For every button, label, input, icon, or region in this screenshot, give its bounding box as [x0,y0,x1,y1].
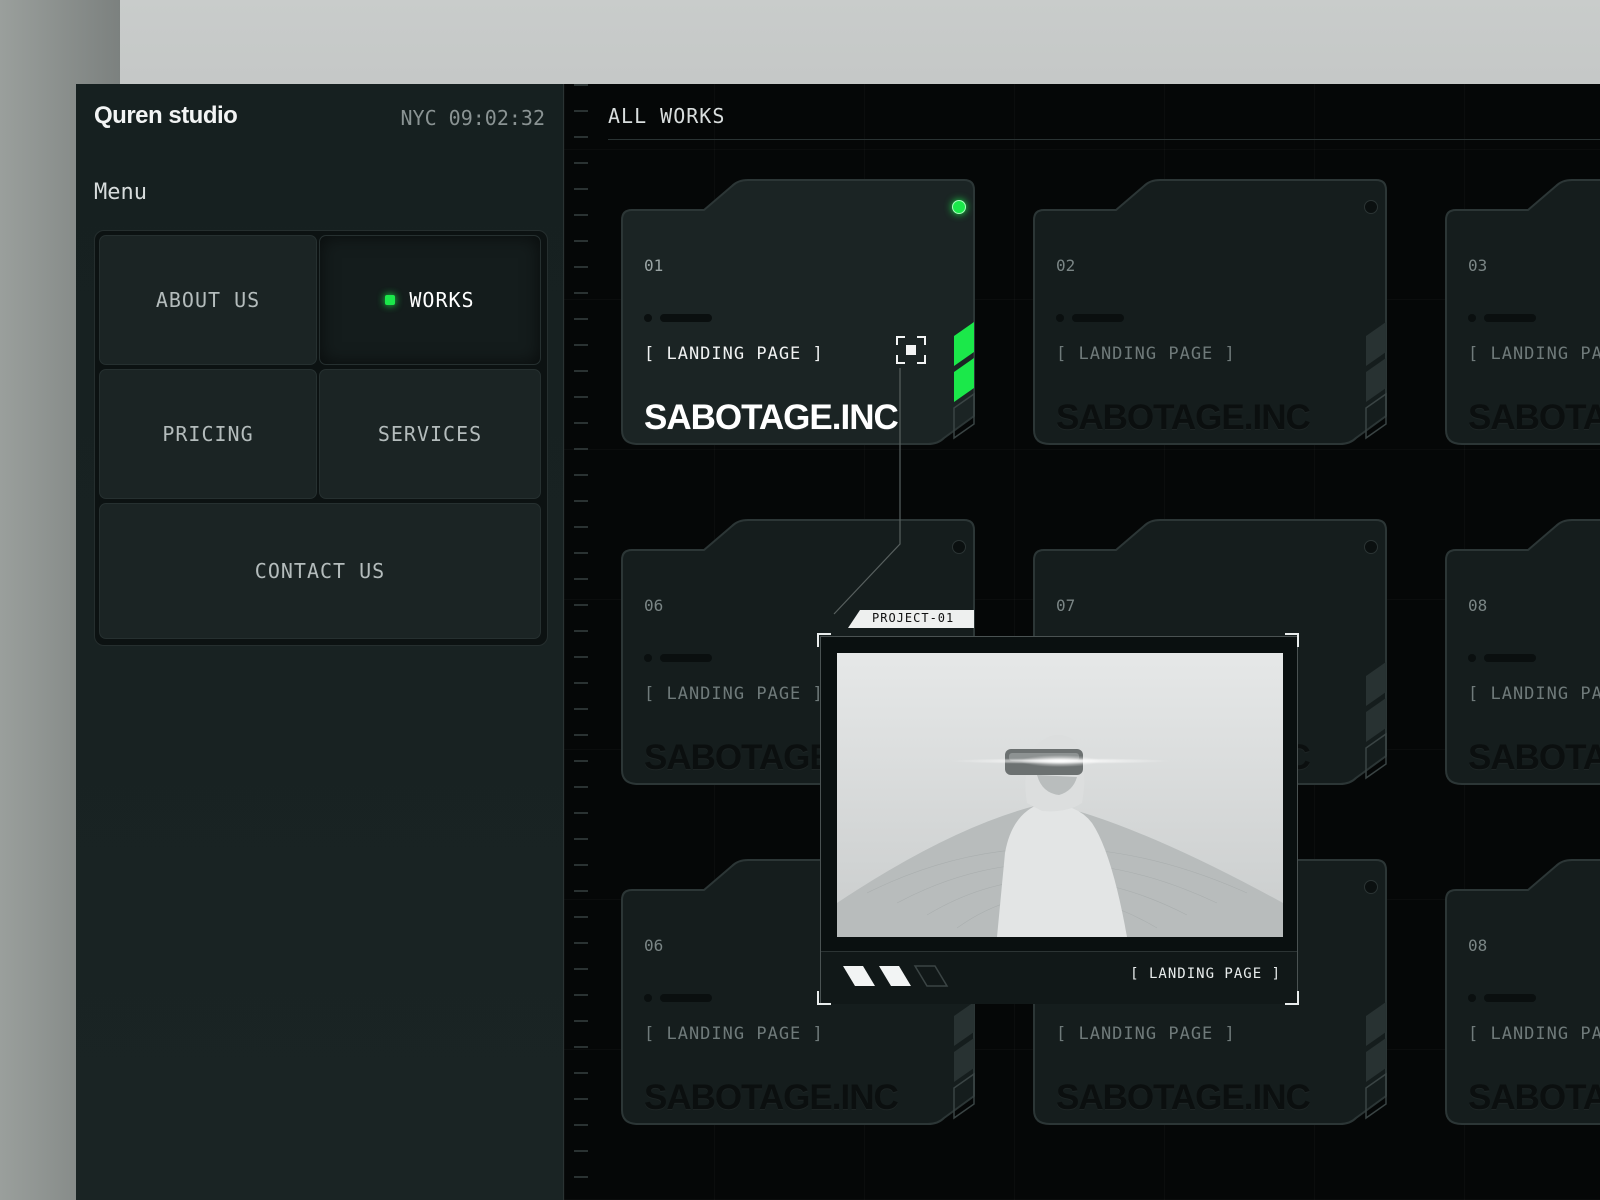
menu-item-label: PRICING [162,422,254,446]
menu-grid: ABOUT US WORKS PRICING SERVICES CONTACT … [94,230,548,646]
brand-logo[interactable]: Quren studio [94,102,238,130]
menu-about-us-button[interactable]: ABOUT US [99,235,317,365]
preview-frame: [ LANDING PAGE ] [820,636,1298,1004]
sidebar: Quren studio NYC 09:02:32 Menu ABOUT US … [76,84,564,1200]
frame-corner [1285,633,1299,647]
preview-image [837,653,1283,937]
preview-footer: [ LANDING PAGE ] [821,951,1297,1004]
frame-corner [817,633,831,647]
menu-works-button[interactable]: WORKS [319,235,541,365]
city-clock: NYC 09:02:32 [400,106,546,130]
works-panel: ALL WORKS 01 [ LANDING PAGE ] SABOTAGE.I… [564,84,1600,1200]
project-label-text: PROJECT-01 [872,611,955,625]
menu-item-label: ABOUT US [155,288,261,312]
app-window: Quren studio NYC 09:02:32 Menu ABOUT US … [76,84,1600,1200]
menu-item-label: SERVICES [377,422,483,446]
project-preview[interactable]: PROJECT-01 [LANDING PAGE] [817,610,1299,1005]
menu-item-label: WORKS [409,288,475,312]
menu-pricing-button[interactable]: PRICING [99,369,317,499]
menu-item-label: CONTACT US [254,559,386,583]
menu-contact-us-button[interactable]: CONTACT US [99,503,541,639]
frame-corner [1285,991,1299,1005]
preview-tag: [ LANDING PAGE ] [1130,966,1281,982]
frame-corner [817,991,831,1005]
menu-title: Menu [94,180,147,205]
progress-indicator [843,965,949,987]
menu-services-button[interactable]: SERVICES [319,369,541,499]
active-indicator-icon [385,295,396,305]
